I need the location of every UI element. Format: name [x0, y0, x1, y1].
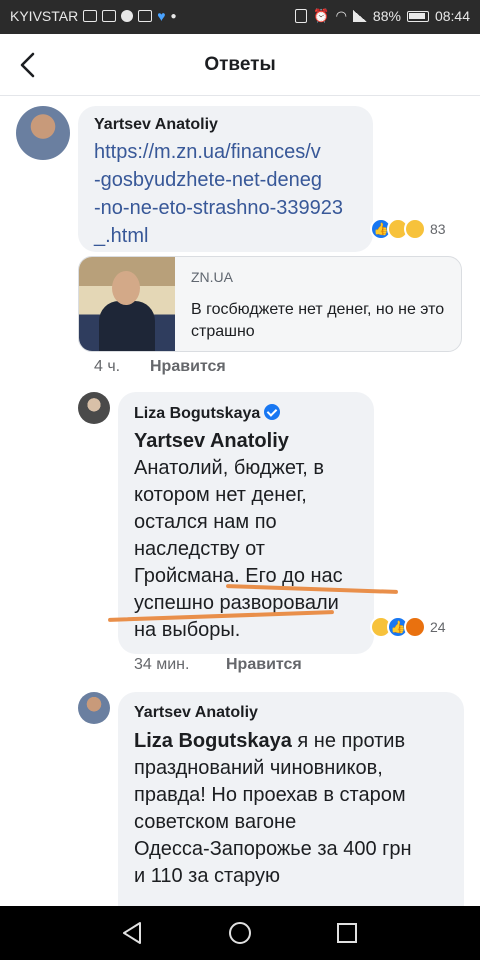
avatar[interactable] — [78, 692, 110, 724]
mail-icon — [83, 10, 98, 22]
skype-icon — [121, 10, 134, 22]
mention[interactable]: Yartsev Anatoliy — [134, 428, 374, 455]
link-line[interactable]: _.html — [94, 222, 343, 250]
signal-icon — [352, 10, 367, 22]
comment-time: 4 ч. — [94, 358, 121, 375]
text-line: советском вагоне — [134, 811, 297, 833]
text-line: наследству от — [134, 538, 265, 560]
comment-author[interactable]: Liza Bogutskaya — [134, 405, 260, 422]
link-preview[interactable]: ZN.UA В госбюджете нет денег, но не это … — [78, 256, 462, 352]
wifi-icon: ◠ — [335, 8, 347, 23]
text-line: на выборы. — [134, 619, 241, 641]
battery-percent: 88% — [372, 8, 401, 24]
text-line: остался нам по — [134, 511, 277, 533]
link-line[interactable]: -gosbyudzhete-net-deneg — [94, 166, 343, 194]
system-navigation-bar — [0, 906, 480, 960]
page-title: Ответы — [204, 54, 276, 75]
reaction-count: 83 — [430, 221, 446, 237]
replies-sheet: Ответы Yartsev Anatoliy https://m.zn.ua/… — [0, 34, 480, 906]
comment-author[interactable]: Yartsev Anatoliy — [94, 116, 218, 134]
comment-time: 34 мин. — [134, 656, 190, 673]
text-line: правда! Но проехав в старом — [134, 784, 406, 806]
alarm-icon: ⏰ — [313, 8, 330, 23]
avatar[interactable] — [16, 106, 70, 160]
text-line: Одесса-Запорожье за 400 грн — [134, 838, 412, 860]
status-left: KYIVSTAR ♥ ● — [10, 8, 177, 24]
comment-author-row: Liza Bogutskaya — [134, 404, 281, 423]
link-preview-title: В госбюджете нет денег, но не это страшн… — [191, 301, 445, 340]
comment-body: Liza Bogutskaya я не против празднований… — [134, 728, 460, 890]
battery-icon — [406, 10, 429, 22]
comment-link[interactable]: https://m.zn.ua/finances/v -gosbyudzhete… — [94, 138, 343, 250]
text-line: я не против — [291, 730, 406, 752]
vibrate-icon — [295, 9, 308, 23]
mention[interactable]: Liza Bogutskaya — [134, 730, 292, 752]
haha-reaction-icon — [404, 218, 426, 240]
image-icon — [102, 10, 117, 22]
comment-body: Yartsev Anatoliy Анатолий, бюджет, в кот… — [134, 428, 374, 644]
nav-recents-icon[interactable] — [334, 920, 360, 946]
reaction-count: 24 — [430, 619, 446, 635]
text-line: празднований чиновников, — [134, 757, 383, 779]
more-notifications-icon: ● — [170, 10, 177, 22]
person-head — [112, 271, 140, 305]
header: Ответы — [0, 34, 480, 96]
verified-badge-icon — [264, 404, 281, 420]
link-preview-image — [79, 257, 175, 351]
reaction-summary[interactable]: 👍 24 — [370, 616, 446, 638]
link-line[interactable]: -no-ne-eto-strashno-339923 — [94, 194, 343, 222]
nav-back-icon[interactable] — [120, 920, 146, 946]
link-preview-source: ZN.UA — [191, 269, 233, 285]
status-bar: KYIVSTAR ♥ ● ⏰ ◠ 88% 08:44 — [0, 0, 480, 34]
comment-bubble: Yartsev Anatoliy https://m.zn.ua/finance… — [78, 106, 373, 252]
avatar[interactable] — [78, 392, 110, 424]
link-line[interactable]: https://m.zn.ua/finances/v — [94, 138, 343, 166]
angry-reaction-icon — [404, 616, 426, 638]
clock: 08:44 — [434, 8, 470, 24]
reaction-summary[interactable]: 👍 83 — [370, 218, 446, 240]
like-button[interactable]: Нравится — [226, 656, 302, 674]
text-line: котором нет денег, — [134, 484, 307, 506]
comment-bubble: Yartsev Anatoliy Liza Bogutskaya я не пр… — [118, 692, 464, 906]
status-right: ⏰ ◠ 88% 08:44 — [295, 8, 470, 24]
text-line: и 110 за старую — [134, 865, 280, 887]
like-button[interactable]: Нравится — [150, 358, 226, 376]
carrier-name: KYIVSTAR — [10, 8, 79, 24]
text-line: Анатолий, бюджет, в — [134, 457, 325, 479]
gallery-icon — [138, 10, 153, 22]
heart-icon: ♥ — [157, 8, 166, 24]
comment-author[interactable]: Yartsev Anatoliy — [134, 704, 258, 722]
nav-home-icon[interactable] — [227, 920, 253, 946]
person-suit — [99, 301, 155, 351]
